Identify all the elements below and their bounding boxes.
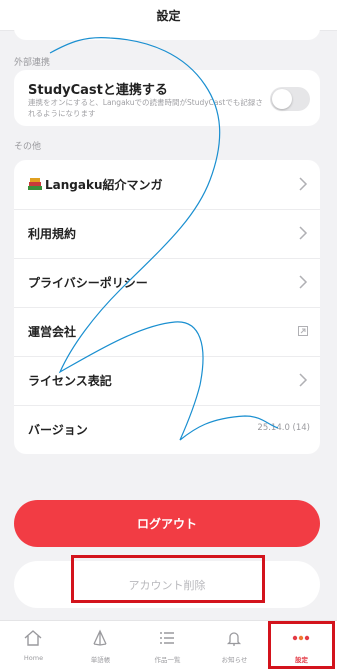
- settings-item-label: バージョン: [28, 423, 88, 437]
- external-link-icon: [298, 326, 308, 336]
- settings-item-label: 利用規約: [28, 227, 77, 241]
- studycast-description: 連携をオンにすると、Langakuでの読書時間がStudyCastでも記録される…: [28, 98, 263, 118]
- list-icon: [160, 632, 174, 644]
- chevron-right-icon: [299, 275, 308, 289]
- more-dots-icon: [292, 635, 310, 641]
- settings-item-label: 運営会社: [28, 325, 77, 339]
- books-icon: [28, 178, 42, 190]
- settings-item-company[interactable]: 運営会社: [14, 307, 320, 357]
- settings-item-intro-manga[interactable]: Langaku紹介マンガ: [14, 160, 320, 210]
- version-value: 25.14.0 (14): [257, 423, 310, 433]
- tab-home[interactable]: Home: [0, 621, 67, 672]
- logout-button[interactable]: ログアウト: [14, 500, 320, 547]
- tab-vocabulary[interactable]: 単語帳: [67, 621, 134, 672]
- settings-item-privacy-policy[interactable]: プライバシーポリシー: [14, 258, 320, 308]
- settings-item-license[interactable]: ライセンス表記: [14, 356, 320, 406]
- settings-item-terms[interactable]: 利用規約: [14, 209, 320, 259]
- settings-item-label: Langaku紹介マンガ: [28, 176, 163, 193]
- studycast-toggle[interactable]: [270, 87, 310, 111]
- chevron-right-icon: [299, 226, 308, 240]
- tab-works-list[interactable]: 作品一覧: [134, 621, 201, 672]
- studycast-card: StudyCastと連携する 連携をオンにすると、Langakuでの読書時間がS…: [14, 70, 320, 126]
- settings-item-version: バージョン 25.14.0 (14): [14, 405, 320, 454]
- other-settings-card: Langaku紹介マンガ 利用規約 プライバシーポリシー 運営会社 ライセンス表…: [14, 160, 320, 454]
- bell-icon: [226, 632, 242, 646]
- chevron-right-icon: [299, 177, 308, 191]
- delete-account-button[interactable]: アカウント削除: [14, 561, 320, 608]
- home-icon: [24, 630, 42, 646]
- tab-notifications[interactable]: お知らせ: [201, 621, 268, 672]
- section-label-other: その他: [14, 142, 42, 152]
- tab-settings[interactable]: 設定: [268, 621, 335, 672]
- toggle-knob: [272, 89, 292, 109]
- settings-item-label: プライバシーポリシー: [28, 276, 148, 290]
- previous-settings-card: [14, 26, 320, 40]
- bottom-tab-bar: Home 単語帳 作品一覧 お知らせ 設定: [0, 620, 337, 672]
- studycast-title: StudyCastと連携する: [28, 83, 168, 98]
- section-label-external-link: 外部連携: [14, 58, 51, 68]
- chevron-right-icon: [299, 373, 308, 387]
- vocabulary-book-icon: [93, 629, 107, 646]
- settings-item-label: ライセンス表記: [28, 374, 112, 388]
